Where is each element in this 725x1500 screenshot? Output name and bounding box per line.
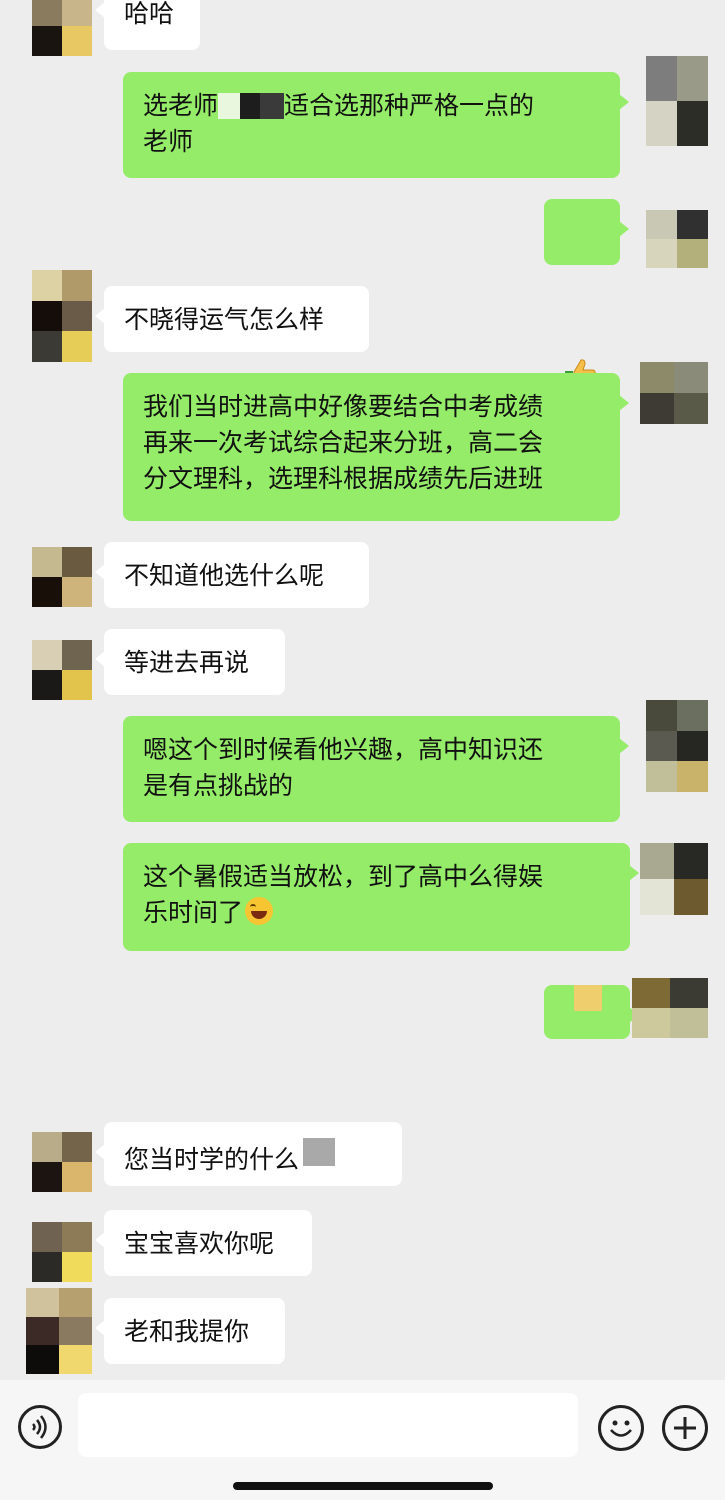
message-bubble[interactable]: 不知道他选什么呢 xyxy=(95,542,369,608)
my-avatar[interactable] xyxy=(646,56,708,146)
redaction-block xyxy=(303,1138,336,1166)
contact-avatar[interactable] xyxy=(32,547,92,607)
message-bubble[interactable]: 选老师 适合选那种严格一点的 老师 xyxy=(123,72,629,178)
message-bubble[interactable]: 您当时学的什么 xyxy=(95,1122,402,1186)
contact-avatar[interactable] xyxy=(32,1132,92,1192)
message-text: 等进去再说 xyxy=(124,648,250,677)
message-bubble[interactable]: 哈哈 xyxy=(95,0,200,50)
message-bubble[interactable] xyxy=(544,985,639,1039)
message-text: 我们当时进高中好像要结合中考成绩 再来一次考试综合起来分班，高二会 分文理科，选… xyxy=(143,392,544,493)
message-bubble[interactable]: 这个暑假适当放松，到了高中么得娱 乐时间了 xyxy=(123,843,639,951)
message-text: 哈哈 xyxy=(124,0,175,28)
my-avatar[interactable] xyxy=(646,700,708,792)
message-bubble[interactable]: 嗯这个到时候看他兴趣，高中知识还 是有点挑战的 xyxy=(123,716,629,822)
plus-icon[interactable] xyxy=(662,1405,708,1451)
message-bubble[interactable] xyxy=(544,199,629,390)
my-avatar[interactable] xyxy=(632,978,708,1038)
message-bubble[interactable]: 不晓得运气怎么样 xyxy=(95,286,369,352)
message-bubble[interactable]: 等进去再说 xyxy=(95,629,285,695)
message-text: 老和我提你 xyxy=(124,1317,250,1346)
message-text: 选老师 xyxy=(143,91,219,120)
my-avatar[interactable] xyxy=(640,843,708,915)
thumbs-up-emoji-icon xyxy=(564,285,596,390)
contact-avatar[interactable] xyxy=(32,0,92,56)
contact-avatar[interactable] xyxy=(32,1222,92,1282)
home-indicator[interactable] xyxy=(233,1482,493,1490)
message-text: 这个暑假适当放松，到了高中么得娱 乐时间了 xyxy=(143,862,544,927)
message-bubble[interactable]: 老和我提你 xyxy=(95,1298,285,1364)
message-text: 您当时学的什么 xyxy=(124,1145,300,1174)
message-text: 不知道他选什么呢 xyxy=(124,561,325,590)
message-text: 不晓得运气怎么样 xyxy=(124,305,325,334)
emoji-icon[interactable] xyxy=(598,1405,644,1451)
voice-icon[interactable] xyxy=(18,1405,62,1449)
contact-avatar[interactable] xyxy=(32,270,92,362)
laughing-tears-emoji-icon xyxy=(245,897,274,925)
contact-avatar[interactable] xyxy=(32,640,92,700)
message-text: 嗯这个到时候看他兴趣，高中知识还 是有点挑战的 xyxy=(143,735,544,800)
chat-area[interactable]: 哈哈 选老师 适合选那种严格一点的 老师 不晓得运气怎么样 我们当时进高中好像要… xyxy=(0,0,725,1380)
message-bubble[interactable]: 我们当时进高中好像要结合中考成绩 再来一次考试综合起来分班，高二会 分文理科，选… xyxy=(123,373,629,521)
contact-avatar[interactable] xyxy=(26,1288,92,1374)
message-text: 宝宝喜欢你呢 xyxy=(124,1229,275,1258)
message-input[interactable] xyxy=(78,1393,578,1457)
message-bubble[interactable]: 宝宝喜欢你呢 xyxy=(95,1210,312,1276)
redaction-block xyxy=(218,93,285,121)
redaction-block xyxy=(574,985,602,1011)
my-avatar[interactable] xyxy=(646,210,708,268)
my-avatar[interactable] xyxy=(640,362,708,424)
